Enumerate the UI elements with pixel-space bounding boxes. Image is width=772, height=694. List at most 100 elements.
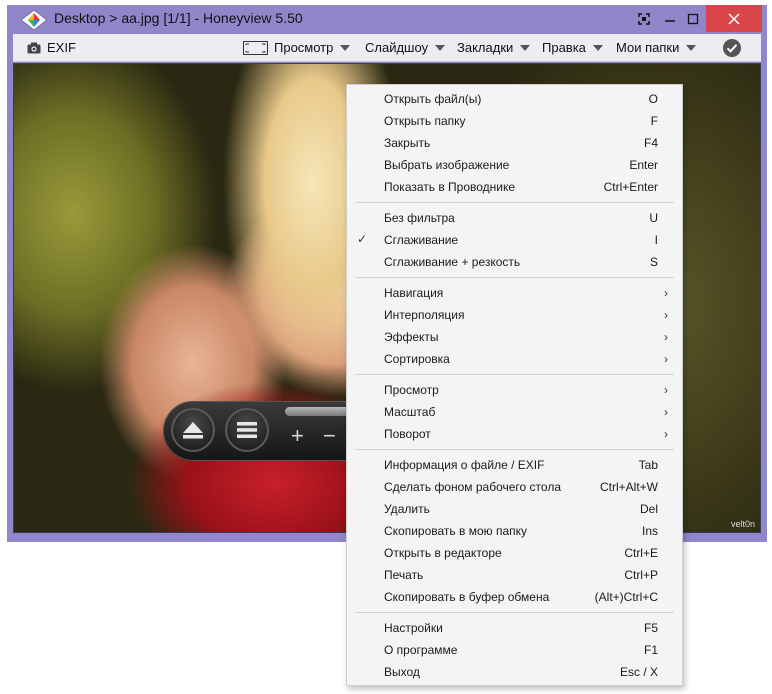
- menu-item-label: Открыть в редакторе: [384, 546, 502, 560]
- check-button[interactable]: [722, 34, 742, 61]
- menu-item[interactable]: Просмотр ›: [347, 379, 682, 401]
- menu-item[interactable]: Интерполяция ›: [347, 304, 682, 326]
- menu-item-shortcut: Enter: [629, 158, 658, 172]
- exif-button[interactable]: EXIF: [27, 34, 76, 61]
- menu-item-shortcut: Ins: [641, 524, 658, 538]
- menu-item-shortcut: Del: [639, 502, 658, 516]
- chevron-right-icon: ›: [664, 286, 668, 300]
- menu-item-label: Скопировать в мою папку: [384, 524, 528, 538]
- menu-item-label: Без фильтра: [384, 211, 455, 225]
- menu-item[interactable]: ✓ Сглаживание I: [347, 229, 682, 251]
- chevron-down-icon: [520, 44, 531, 51]
- menu-item-shortcut: Esc / X: [619, 665, 658, 679]
- menu-item-label: Сглаживание + резкость: [384, 255, 521, 269]
- menu-item[interactable]: Поворот ›: [347, 423, 682, 445]
- chevron-right-icon: ›: [664, 427, 668, 441]
- menu-item-label: Интерполяция: [384, 308, 465, 322]
- menu-item[interactable]: Без фильтра U: [347, 207, 682, 229]
- maximize-button[interactable]: [678, 5, 708, 32]
- menu-item[interactable]: Показать в Проводнике Ctrl+Enter: [347, 176, 682, 198]
- menu-item[interactable]: Открыть в редакторе Ctrl+E: [347, 542, 682, 564]
- menu-item-label: Открыть файл(ы): [384, 92, 482, 106]
- edit-label: Правка: [542, 40, 586, 55]
- bookmarks-menu-button[interactable]: Закладки: [457, 34, 531, 61]
- menu-item[interactable]: Печать Ctrl+P: [347, 564, 682, 586]
- menu-item-shortcut: Ctrl+Alt+W: [599, 480, 658, 494]
- menu-item-shortcut: Ctrl+E: [624, 546, 658, 560]
- menu-item-label: Сортировка: [384, 352, 450, 366]
- checkmark-icon: ✓: [357, 232, 368, 246]
- menu-item[interactable]: Выбрать изображение Enter: [347, 154, 682, 176]
- menu-item-label: Сглаживание: [384, 233, 459, 247]
- slideshow-label: Слайдшоу: [365, 40, 429, 55]
- menu-item[interactable]: Информация о файле / EXIF Tab: [347, 454, 682, 476]
- chevron-right-icon: ›: [664, 383, 668, 397]
- fit-screen-icon: [243, 40, 268, 55]
- menu-item-shortcut: (Alt+)Ctrl+C: [594, 590, 658, 604]
- chevron-right-icon: ›: [664, 405, 668, 419]
- menu-item[interactable]: Настройки F5: [347, 617, 682, 639]
- chevron-down-icon: [592, 44, 603, 51]
- context-menu: Открыть файл(ы) O Открыть папку F Закрыть F4 В…: [346, 84, 683, 686]
- menu-item-shortcut: Tab: [638, 458, 658, 472]
- menu-separator: [355, 449, 674, 450]
- menu-item[interactable]: Открыть файл(ы) O: [347, 88, 682, 110]
- menu-item[interactable]: Сделать фоном рабочего стола Ctrl+Alt+W: [347, 476, 682, 498]
- slideshow-menu-button[interactable]: Слайдшоу: [365, 34, 446, 61]
- menu-item[interactable]: Сглаживание + резкость S: [347, 251, 682, 273]
- camera-icon: [27, 42, 41, 53]
- menu-item-label: Выход: [384, 665, 420, 679]
- menu-item[interactable]: Закрыть F4: [347, 132, 682, 154]
- menu-item-shortcut: F1: [643, 643, 658, 657]
- menu-item-label: Масштаб: [384, 405, 436, 419]
- exif-label: EXIF: [47, 40, 76, 55]
- maximize-icon: [687, 13, 699, 24]
- menu-item[interactable]: Масштаб ›: [347, 401, 682, 423]
- chevron-down-icon: [435, 44, 446, 51]
- my-folders-menu-button[interactable]: Мои папки: [616, 34, 697, 61]
- menu-button[interactable]: [225, 408, 269, 452]
- title-bar[interactable]: Desktop > aa.jpg [1/1] - Honeyview 5.50: [7, 5, 767, 32]
- toolbar: EXIF Просмотр Слайдшоу Закладки Правка М…: [13, 34, 761, 62]
- menu-item-label: Настройки: [384, 621, 443, 635]
- menu-item[interactable]: Открыть папку F: [347, 110, 682, 132]
- menu-item-shortcut: I: [654, 233, 658, 247]
- image-watermark: velt0n: [730, 519, 755, 529]
- menu-separator: [355, 202, 674, 203]
- menu-item-label: Эффекты: [384, 330, 439, 344]
- menu-item-label: Закрыть: [384, 136, 431, 150]
- menu-item-shortcut: S: [649, 255, 658, 269]
- menu-item[interactable]: О программе F1: [347, 639, 682, 661]
- menu-item-label: О программе: [384, 643, 458, 657]
- zoom-out-button[interactable]: −: [323, 423, 336, 449]
- menu-item-label: Показать в Проводнике: [384, 180, 516, 194]
- chevron-right-icon: ›: [664, 308, 668, 322]
- menu-item[interactable]: Сортировка ›: [347, 348, 682, 370]
- menu-item[interactable]: Скопировать в мою папку Ins: [347, 520, 682, 542]
- menu-item[interactable]: Навигация ›: [347, 282, 682, 304]
- edit-menu-button[interactable]: Правка: [542, 34, 603, 61]
- close-button[interactable]: [706, 5, 762, 32]
- checkmark-circle-icon: [723, 38, 741, 57]
- menu-item-label: Открыть папку: [384, 114, 466, 128]
- menu-item-shortcut: U: [649, 211, 658, 225]
- eject-icon: [183, 422, 203, 439]
- menu-separator: [355, 277, 674, 278]
- hamburger-menu-icon: [237, 422, 257, 438]
- menu-separator: [355, 374, 674, 375]
- menu-item[interactable]: Скопировать в буфер обмена (Alt+)Ctrl+C: [347, 586, 682, 608]
- menu-item[interactable]: Выход Esc / X: [347, 661, 682, 683]
- view-label: Просмотр: [274, 40, 334, 55]
- fullscreen-icon: [638, 12, 650, 25]
- chevron-down-icon: [686, 44, 697, 51]
- bookmarks-label: Закладки: [457, 40, 514, 55]
- menu-item-label: Поворот: [384, 427, 431, 441]
- view-menu-button[interactable]: Просмотр: [243, 34, 351, 61]
- menu-item[interactable]: Удалить Del: [347, 498, 682, 520]
- chevron-down-icon: [340, 44, 351, 51]
- menu-item-shortcut: O: [648, 92, 658, 106]
- eject-button[interactable]: [171, 408, 215, 452]
- menu-item[interactable]: Эффекты ›: [347, 326, 682, 348]
- menu-item-label: Просмотр: [384, 383, 439, 397]
- zoom-in-button[interactable]: +: [291, 423, 304, 449]
